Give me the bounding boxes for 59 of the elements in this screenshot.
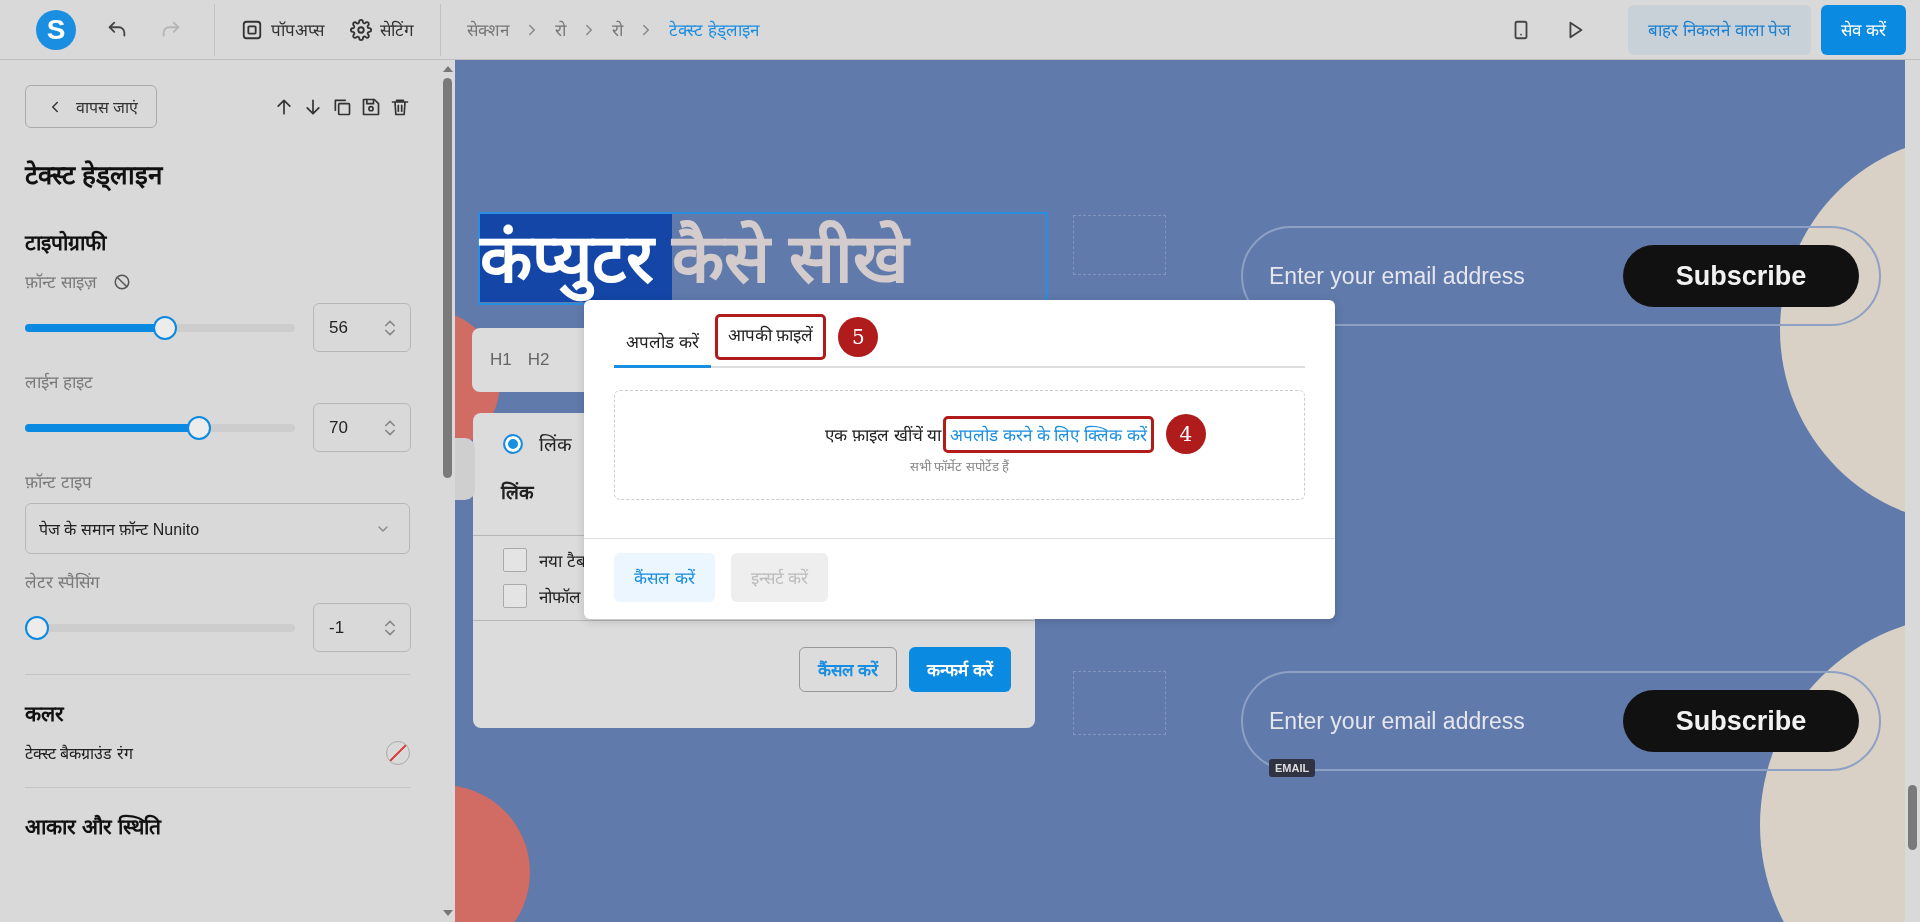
field-label: फ़ॉन्ट टाइप — [25, 472, 92, 493]
exit-page-button[interactable]: बाहर निकलने वाला पेज — [1628, 4, 1812, 55]
subscribe-button[interactable]: Subscribe — [1623, 690, 1859, 752]
step-badge: 4 — [1165, 414, 1206, 454]
drop-text: एक फ़ाइल खींचें या — [825, 424, 942, 446]
panel-title: टेक्स्ट हेड्लाइन — [25, 159, 165, 192]
section-heading: टाइपोग्राफी — [25, 229, 108, 256]
field-tag: EMAIL — [1269, 759, 1316, 777]
scrollbar-thumb[interactable] — [443, 78, 452, 478]
square-icon — [241, 18, 263, 41]
field-label: लेटर स्पैसिंग — [25, 571, 100, 593]
radio-button[interactable] — [503, 434, 523, 454]
format-hint: सभी फॉर्मेट सपोर्टेड हैं — [909, 457, 1010, 475]
color-label: टेक्स्ट बैकग्राउंड रंग — [25, 743, 133, 764]
cancel-button[interactable]: कैंसल करें — [614, 553, 715, 602]
subscribe-button[interactable]: Subscribe — [1623, 245, 1859, 307]
heading-button[interactable]: H2 — [521, 346, 556, 374]
checkbox-label: नोफॉल — [539, 586, 581, 608]
section-heading: कलर — [25, 701, 66, 727]
save-icon[interactable] — [361, 96, 381, 117]
breadcrumb-item[interactable]: सेक्शन — [467, 18, 509, 41]
section-heading: आकार और स्थिति — [25, 813, 163, 840]
breadcrumb-item[interactable]: रो — [612, 18, 623, 41]
upload-link[interactable]: अपलोड करने के लिए क्लिक करें — [948, 418, 1149, 450]
number-field[interactable]: 70 — [313, 403, 411, 452]
field-label: फ़ॉन्ट साइज़ — [25, 272, 97, 293]
back-button[interactable]: वापस जाएं — [25, 85, 158, 128]
checkbox-label: नया टैब — [539, 550, 586, 572]
email-field[interactable]: Enter your email address — [1267, 261, 1597, 291]
ban-icon[interactable] — [112, 272, 131, 291]
slider-thumb[interactable] — [187, 415, 212, 440]
drop-zone[interactable]: एक फ़ाइल खींचें या अपलोड करने के लिए क्लिक करें 4 सभी फॉर्मेट सपोर्टेड हैं — [614, 390, 1305, 500]
number-field[interactable]: -1 — [313, 603, 411, 652]
tab[interactable]: आपकी फ़ाइलें — [719, 317, 822, 357]
step-badge: 5 — [838, 317, 879, 357]
number-field[interactable]: 56 — [313, 303, 411, 352]
font-dropdown[interactable]: पेज के समान फ़ॉन्ट Nunito — [25, 503, 410, 554]
confirm-button[interactable]: कन्फर्म करें — [909, 647, 1011, 692]
radio-label: लिंक — [539, 433, 572, 457]
field-label: लाईन हाइट — [25, 371, 93, 393]
heading-button[interactable]: H1 — [484, 346, 518, 374]
field-label: लिंक — [499, 480, 536, 505]
cancel-button[interactable]: कैंसल करें — [798, 647, 898, 692]
no-color-swatch[interactable] — [386, 741, 410, 765]
breadcrumb-item[interactable]: रो — [555, 18, 566, 41]
email-field[interactable]: Enter your email address — [1267, 706, 1597, 736]
scrollbar-thumb[interactable] — [1908, 785, 1917, 850]
checkbox[interactable] — [503, 584, 527, 608]
tab[interactable]: अपलोड करें — [614, 330, 711, 368]
settings-icon — [350, 18, 372, 41]
breadcrumb-item[interactable]: टेक्स्ट हेड्लाइन — [669, 18, 759, 41]
slider-thumb[interactable] — [152, 315, 177, 340]
save-button[interactable]: सेव करें — [1821, 4, 1906, 55]
logo[interactable]: S — [36, 9, 76, 50]
checkbox[interactable] — [503, 548, 527, 572]
settings-button[interactable]: सेटिंग — [350, 14, 414, 45]
popups-button[interactable]: पॉपअप्स — [241, 14, 324, 45]
scrollbar[interactable] — [1905, 60, 1920, 922]
slider-thumb[interactable] — [25, 615, 49, 640]
